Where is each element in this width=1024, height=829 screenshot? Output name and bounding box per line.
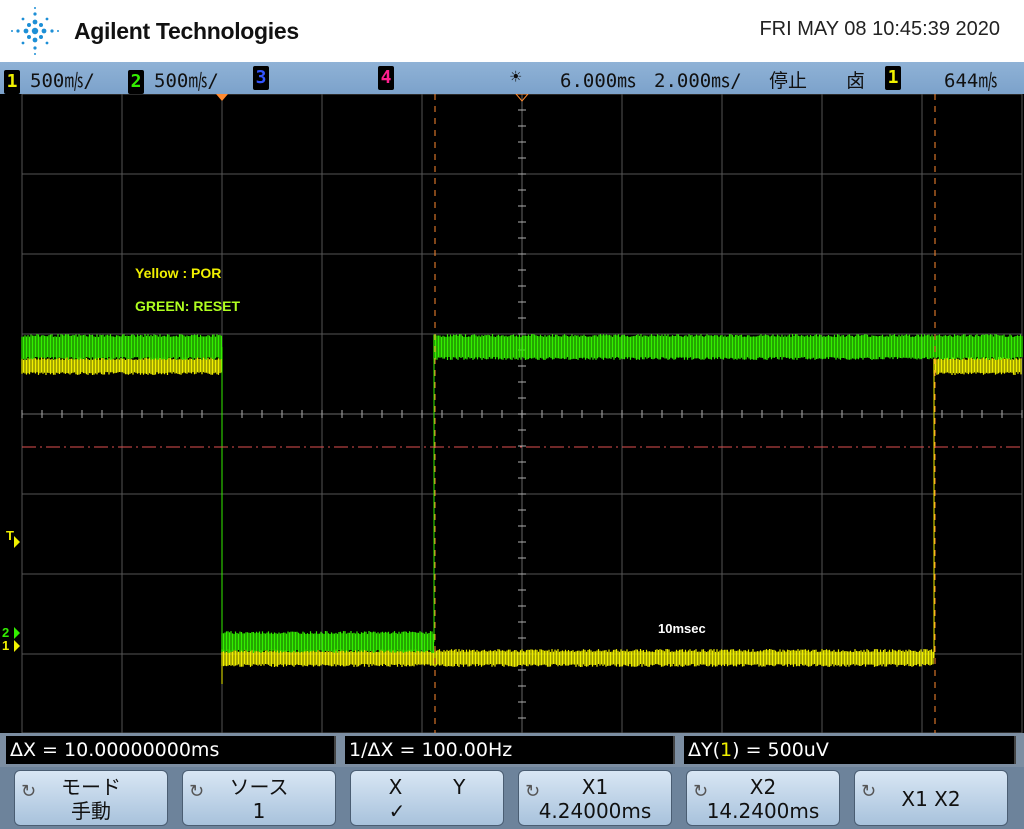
x1-softkey[interactable]: ↻ X1 4.24000ms	[518, 770, 672, 826]
softkey-label: X Y	[388, 775, 466, 799]
ch2-badge: 2	[128, 70, 144, 94]
annotation-time: 10msec	[658, 621, 706, 636]
softkey-value: 14.2400ms	[706, 799, 820, 823]
annotation-yellow: Yellow : POR	[135, 265, 221, 281]
ch1-scale: 500㎧/	[30, 70, 95, 92]
softkey-label: モード	[61, 775, 121, 799]
mode-softkey[interactable]: ↻ モード 手動	[14, 770, 168, 826]
waveform-svg: Yellow : POR GREEN: RESET 10msec T 2 1	[2, 93, 1023, 734]
check-icon: ✓	[388, 799, 406, 823]
softkey-value: 4.24000ms	[538, 799, 652, 823]
trigger-point-icon: ☀	[510, 66, 522, 88]
agilent-spark-icon	[11, 7, 59, 55]
title-bar: Agilent Technologies FRI MAY 08 10:45:39…	[0, 0, 1024, 62]
brand: Agilent Technologies	[10, 6, 299, 56]
x1x2-softkey[interactable]: ↻ X1 X2	[854, 770, 1008, 826]
ch3-status[interactable]: 3	[253, 66, 279, 90]
delta-y-readout: ΔY(1) = 500uV	[684, 736, 1016, 764]
ch3-badge: 3	[253, 66, 269, 90]
ch1-trace-low	[221, 649, 934, 667]
softkey-value: 手動	[71, 799, 111, 823]
ch2-trace-high	[433, 334, 1023, 360]
trigger-source-badge: 1	[885, 66, 901, 90]
time-delay[interactable]: 6.000㎳	[560, 66, 636, 93]
inverse-delta-x-readout: 1/ΔX = 100.00Hz	[345, 736, 675, 764]
waveform-display[interactable]: Yellow : POR GREEN: RESET 10msec T 2 1	[0, 93, 1024, 734]
softkey-value: 1	[252, 799, 266, 823]
trigger-edge-icon: ⻧	[846, 70, 866, 92]
ch1-badge: 1	[4, 70, 20, 94]
xy-softkey[interactable]: X Y ✓	[350, 770, 504, 826]
ch4-badge: 4	[378, 66, 394, 90]
source-softkey[interactable]: ↻ ソース 1	[182, 770, 336, 826]
ch1-ground-arrow-icon	[14, 640, 20, 652]
trigger-level[interactable]: 644㎧	[944, 66, 997, 93]
graticule	[21, 93, 1023, 734]
ch2-ground-arrow-icon	[14, 627, 20, 639]
trigger-level-marker: T	[6, 528, 14, 543]
delta-y-suffix: ) = 500uV	[732, 739, 829, 761]
x2-softkey[interactable]: ↻ X2 14.2400ms	[686, 770, 840, 826]
softkey-label: X1 X2	[901, 787, 961, 811]
trigger-arrow-icon	[14, 536, 20, 548]
ch2-status[interactable]: 2 500㎧/	[128, 66, 219, 94]
brand-name: Agilent Technologies	[74, 17, 299, 44]
delta-x-readout: ΔX = 10.00000000ms	[6, 736, 336, 764]
measurement-bar: ΔX = 10.00000000ms 1/ΔX = 100.00Hz ΔY(1)…	[0, 733, 1024, 767]
trigger-source[interactable]: 1	[885, 66, 911, 90]
ch2-scale: 500㎧/	[154, 70, 219, 92]
annotation-green: GREEN: RESET	[135, 298, 240, 314]
datetime: FRI MAY 08 10:45:39 2020	[759, 18, 1000, 40]
delay-marker-icon	[216, 94, 228, 101]
status-bar: 1 500㎧/ 2 500㎧/ 3 4 ☀ 6.000㎳ 2.000㎳/ 停止 ⻧ …	[0, 62, 1024, 94]
ch1-ground-marker: 1	[2, 638, 9, 653]
delta-y-channel: 1	[720, 739, 733, 761]
softkey-label: ソース	[229, 775, 289, 799]
ch4-status[interactable]: 4	[378, 66, 404, 90]
time-scale[interactable]: 2.000㎳/	[654, 66, 742, 93]
delta-y-prefix: ΔY(	[688, 739, 721, 761]
softkey-label: X1	[581, 775, 609, 799]
ch1-status[interactable]: 1 500㎧/	[4, 66, 95, 94]
ch1-trace-high	[933, 357, 1022, 375]
softkey-label: X2	[749, 775, 777, 799]
softkey-bar: ↻ モード 手動 ↻ ソース 1 X Y ✓ ↻ X1 4.24000ms ↻ …	[0, 767, 1024, 829]
run-state: 停止	[769, 70, 808, 92]
ch2-trace-low	[221, 631, 435, 653]
